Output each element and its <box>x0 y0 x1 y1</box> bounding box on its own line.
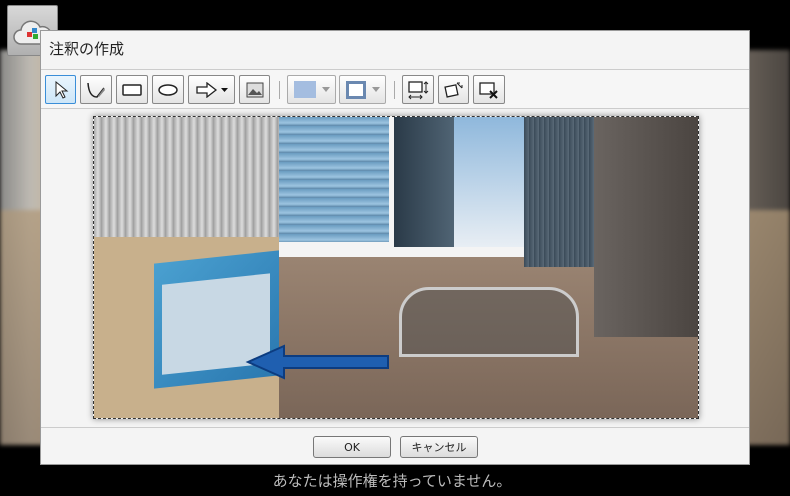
rectangle-icon <box>122 83 142 96</box>
arrow-tool-dropdown[interactable] <box>188 75 235 104</box>
pen-curve-icon <box>87 82 105 98</box>
delete-annotation-button[interactable] <box>473 75 505 104</box>
scene-tower-right <box>524 117 594 267</box>
fill-color-swatch <box>293 81 316 98</box>
dialog-footer: OK キャンセル <box>41 427 749 465</box>
cursor-arrow-icon <box>55 80 68 99</box>
ok-button[interactable]: OK <box>313 436 391 458</box>
annotation-toolbar <box>41 69 749 109</box>
image-tool-button[interactable] <box>239 75 270 104</box>
resize-tool-button[interactable] <box>402 75 434 104</box>
scene-glass-building <box>279 117 389 242</box>
dialog-title: 注釈の作成 <box>49 40 125 58</box>
toolbar-separator <box>279 81 280 99</box>
arrow-shape-icon <box>195 81 228 98</box>
scene-tower <box>394 117 454 247</box>
cancel-button[interactable]: キャンセル <box>400 436 478 458</box>
scene-building-right <box>594 117 698 337</box>
rectangle-tool-button[interactable] <box>116 75 148 104</box>
select-tool-button[interactable] <box>45 75 76 104</box>
ellipse-icon <box>158 83 178 96</box>
annotation-arrow[interactable] <box>244 342 394 382</box>
ellipse-tool-button[interactable] <box>152 75 184 104</box>
create-annotation-dialog: 注釈の作成 OK キャンセル <box>40 30 750 465</box>
line-color-dropdown[interactable] <box>339 75 386 104</box>
line-color-swatch <box>345 80 366 99</box>
fill-color-dropdown[interactable] <box>287 75 336 104</box>
rotate-icon <box>443 82 462 98</box>
toolbar-separator <box>394 81 395 99</box>
delete-shape-icon <box>479 81 498 99</box>
chevron-down-icon <box>321 87 330 96</box>
freehand-tool-button[interactable] <box>80 75 112 104</box>
annotation-canvas-screenshot[interactable] <box>93 116 699 419</box>
image-icon <box>246 82 263 97</box>
rotate-tool-button[interactable] <box>438 75 469 104</box>
chevron-down-icon <box>371 87 380 96</box>
status-message: あなたは操作権を持っていません。 <box>272 472 512 490</box>
scene-railing <box>399 287 579 357</box>
resize-icon <box>408 80 429 99</box>
